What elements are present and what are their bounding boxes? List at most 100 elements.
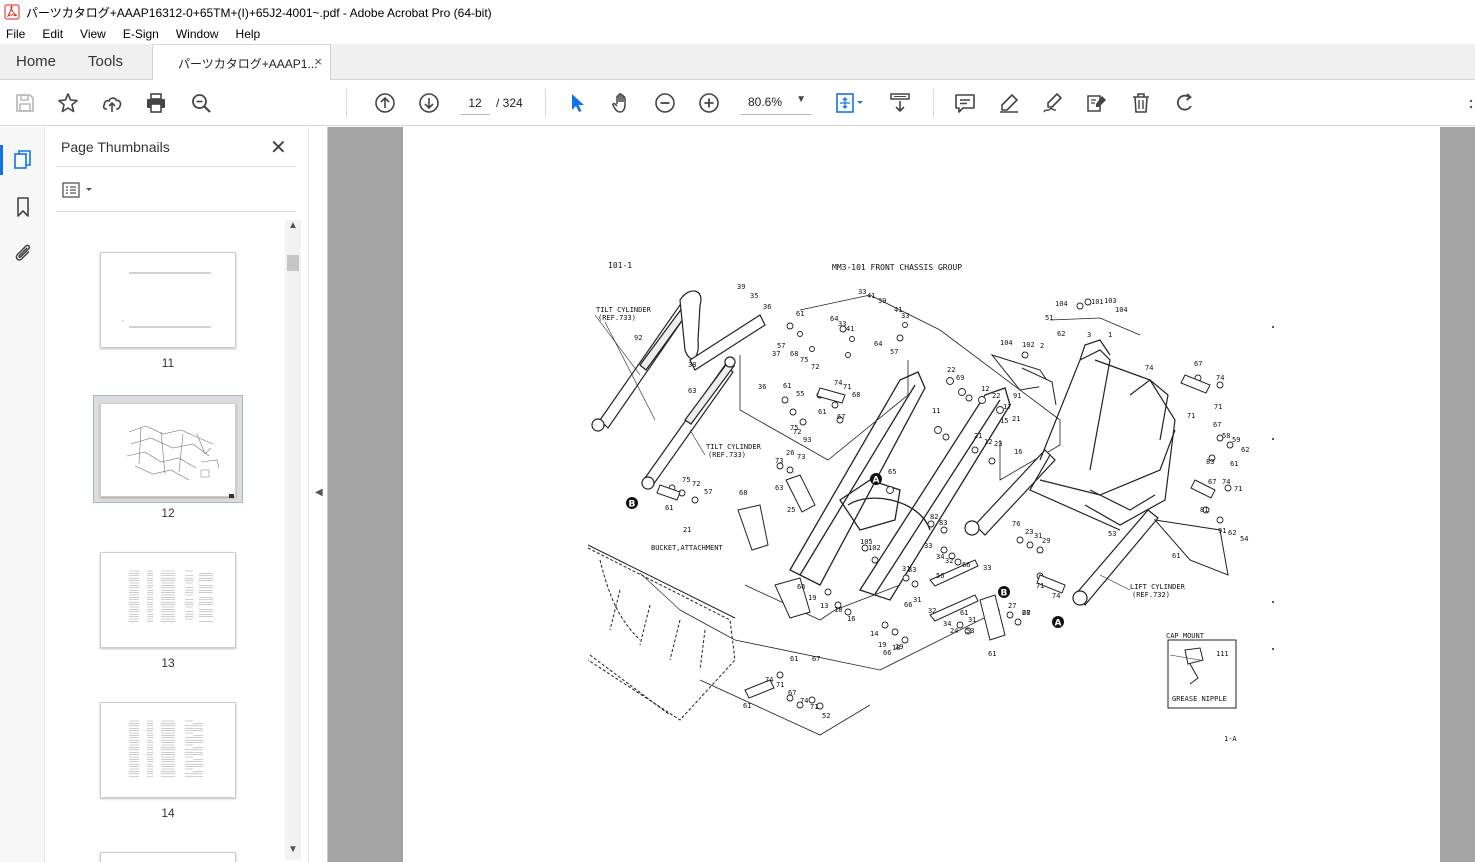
- thumbnail-options-icon[interactable]: [62, 181, 96, 199]
- zoom-select[interactable]: 80.6% ▼: [740, 91, 812, 115]
- print-icon[interactable]: [144, 91, 168, 115]
- part-number-label: 68: [739, 489, 747, 497]
- page-number-input[interactable]: [460, 91, 490, 115]
- page-thumbnails-icon[interactable]: [11, 148, 35, 172]
- menu-edit[interactable]: Edit: [40, 27, 65, 41]
- thumbnail-page-12[interactable]: [100, 403, 236, 499]
- fit-page-icon[interactable]: [834, 91, 866, 115]
- part-number-label: 73: [797, 453, 805, 461]
- prev-page-icon[interactable]: [373, 91, 397, 115]
- part-number-label: 72: [793, 428, 801, 436]
- part-number-label: 21: [683, 526, 691, 534]
- part-number-label: 39: [878, 297, 886, 305]
- part-number-label: 66: [797, 583, 805, 591]
- part-number-label: 102: [1022, 341, 1035, 349]
- callout-a: A: [1055, 619, 1062, 629]
- scroll-up-icon[interactable]: ▲: [288, 220, 298, 231]
- next-page-icon[interactable]: [417, 91, 441, 115]
- menu-help[interactable]: Help: [234, 27, 263, 41]
- active-indicator: [0, 145, 3, 175]
- part-number-label: 16: [1014, 448, 1022, 456]
- part-number-label: 66: [962, 561, 970, 569]
- upload-icon[interactable]: [100, 91, 124, 115]
- panel-title: Page Thumbnails: [61, 139, 170, 155]
- part-number-label: 61: [790, 655, 798, 663]
- part-number-label: 22: [992, 392, 1000, 400]
- part-number-label: 39: [737, 283, 745, 291]
- toolbar: / 324 80.6% ▼: [0, 80, 1475, 126]
- sign-icon[interactable]: [1041, 91, 1065, 115]
- part-number-label: 3: [1087, 331, 1091, 339]
- close-icon[interactable]: ✕: [270, 135, 287, 160]
- part-number-label: 23: [1025, 528, 1033, 536]
- tab-bar: Home Tools パーツカタログ+AAAP1... ×: [0, 44, 1475, 80]
- save-icon[interactable]: [13, 91, 37, 115]
- part-number-label: 31: [968, 616, 976, 624]
- tab-tools[interactable]: Tools: [88, 53, 123, 70]
- part-number-label: 93: [803, 436, 811, 444]
- scroll-down-icon[interactable]: ▼: [288, 844, 298, 855]
- delete-icon[interactable]: [1129, 91, 1153, 115]
- part-number-label: 71: [810, 703, 818, 711]
- more-options-icon[interactable]: [1468, 98, 1474, 110]
- thumbnail-label: 11: [161, 356, 175, 370]
- highlight-icon[interactable]: [997, 91, 1021, 115]
- part-number-label: 91: [1013, 392, 1021, 400]
- part-number-label: 55: [796, 390, 804, 398]
- tilt-cylinder-ref: (REF.733): [708, 451, 746, 459]
- hand-icon[interactable]: [609, 91, 633, 115]
- thumbnail-page-15[interactable]: [100, 852, 236, 862]
- scroll-mode-icon[interactable]: [888, 91, 912, 115]
- part-number-label: 53: [1108, 530, 1116, 538]
- thumbnail-page-11[interactable]: [100, 252, 236, 348]
- part-number-label: 2: [1040, 342, 1044, 350]
- part-number-label: 25: [787, 506, 795, 514]
- attachments-icon[interactable]: [11, 241, 35, 265]
- tab-home[interactable]: Home: [16, 53, 56, 70]
- thumbnail-preview: [129, 570, 213, 622]
- tab-document[interactable]: パーツカタログ+AAAP1... ×: [152, 44, 331, 80]
- tilt-cylinder-ref: (REF.733): [598, 314, 636, 322]
- menu-view[interactable]: View: [78, 27, 108, 41]
- select-arrow-icon[interactable]: [565, 91, 589, 115]
- zoom-search-icon[interactable]: [189, 91, 213, 115]
- part-number-label: 91: [1218, 527, 1226, 535]
- menu-window[interactable]: Window: [174, 27, 221, 41]
- pdf-page[interactable]: 101-1 MM3-101 FRONT CHASSIS GROUP B A B …: [403, 127, 1440, 862]
- tab-close-icon[interactable]: ×: [314, 54, 322, 69]
- scrollbar-thumb[interactable]: [287, 255, 299, 271]
- cap-mount-label: CAP MOUNT: [1166, 632, 1205, 640]
- part-number-label: 36: [758, 383, 766, 391]
- menu-esign[interactable]: E-Sign: [121, 27, 161, 41]
- part-number-label: 11: [932, 407, 940, 415]
- part-number-label: 74: [1222, 478, 1230, 486]
- part-number-label: 74: [834, 379, 842, 387]
- thumbnail-page-14[interactable]: [100, 702, 236, 798]
- part-number-label: 12: [981, 385, 989, 393]
- part-number-label: 32: [945, 557, 953, 565]
- menu-file[interactable]: File: [4, 27, 27, 41]
- zoom-out-icon[interactable]: [653, 91, 677, 115]
- part-number-label: 67: [837, 413, 845, 421]
- bookmarks-icon[interactable]: [11, 195, 35, 219]
- edit-icon[interactable]: [1085, 91, 1109, 115]
- thumbnail-page-13[interactable]: [100, 552, 236, 648]
- comment-icon[interactable]: [953, 91, 977, 115]
- part-number-label: 31: [913, 596, 921, 604]
- part-number-label: 71: [1214, 403, 1222, 411]
- part-number-label: 67: [1208, 478, 1216, 486]
- toolbar-separator: [346, 89, 347, 117]
- collapse-left-icon[interactable]: ◀: [315, 487, 323, 498]
- panel-scrollbar[interactable]: ▲ ▼: [285, 220, 301, 860]
- cap-part-number: 111: [1216, 650, 1229, 658]
- page-total: / 324: [496, 96, 523, 110]
- rotate-icon[interactable]: [1173, 91, 1197, 115]
- zoom-in-icon[interactable]: [697, 91, 721, 115]
- bookmark-star-icon[interactable]: [56, 91, 80, 115]
- part-number-label: 73: [775, 457, 783, 465]
- part-number-label: 75: [800, 356, 808, 364]
- part-number-label: 26: [786, 449, 794, 457]
- part-number-label: 67: [812, 655, 820, 663]
- panel-collapse-strip[interactable]: ◀: [308, 127, 328, 862]
- document-area[interactable]: 101-1 MM3-101 FRONT CHASSIS GROUP B A B …: [328, 127, 1475, 862]
